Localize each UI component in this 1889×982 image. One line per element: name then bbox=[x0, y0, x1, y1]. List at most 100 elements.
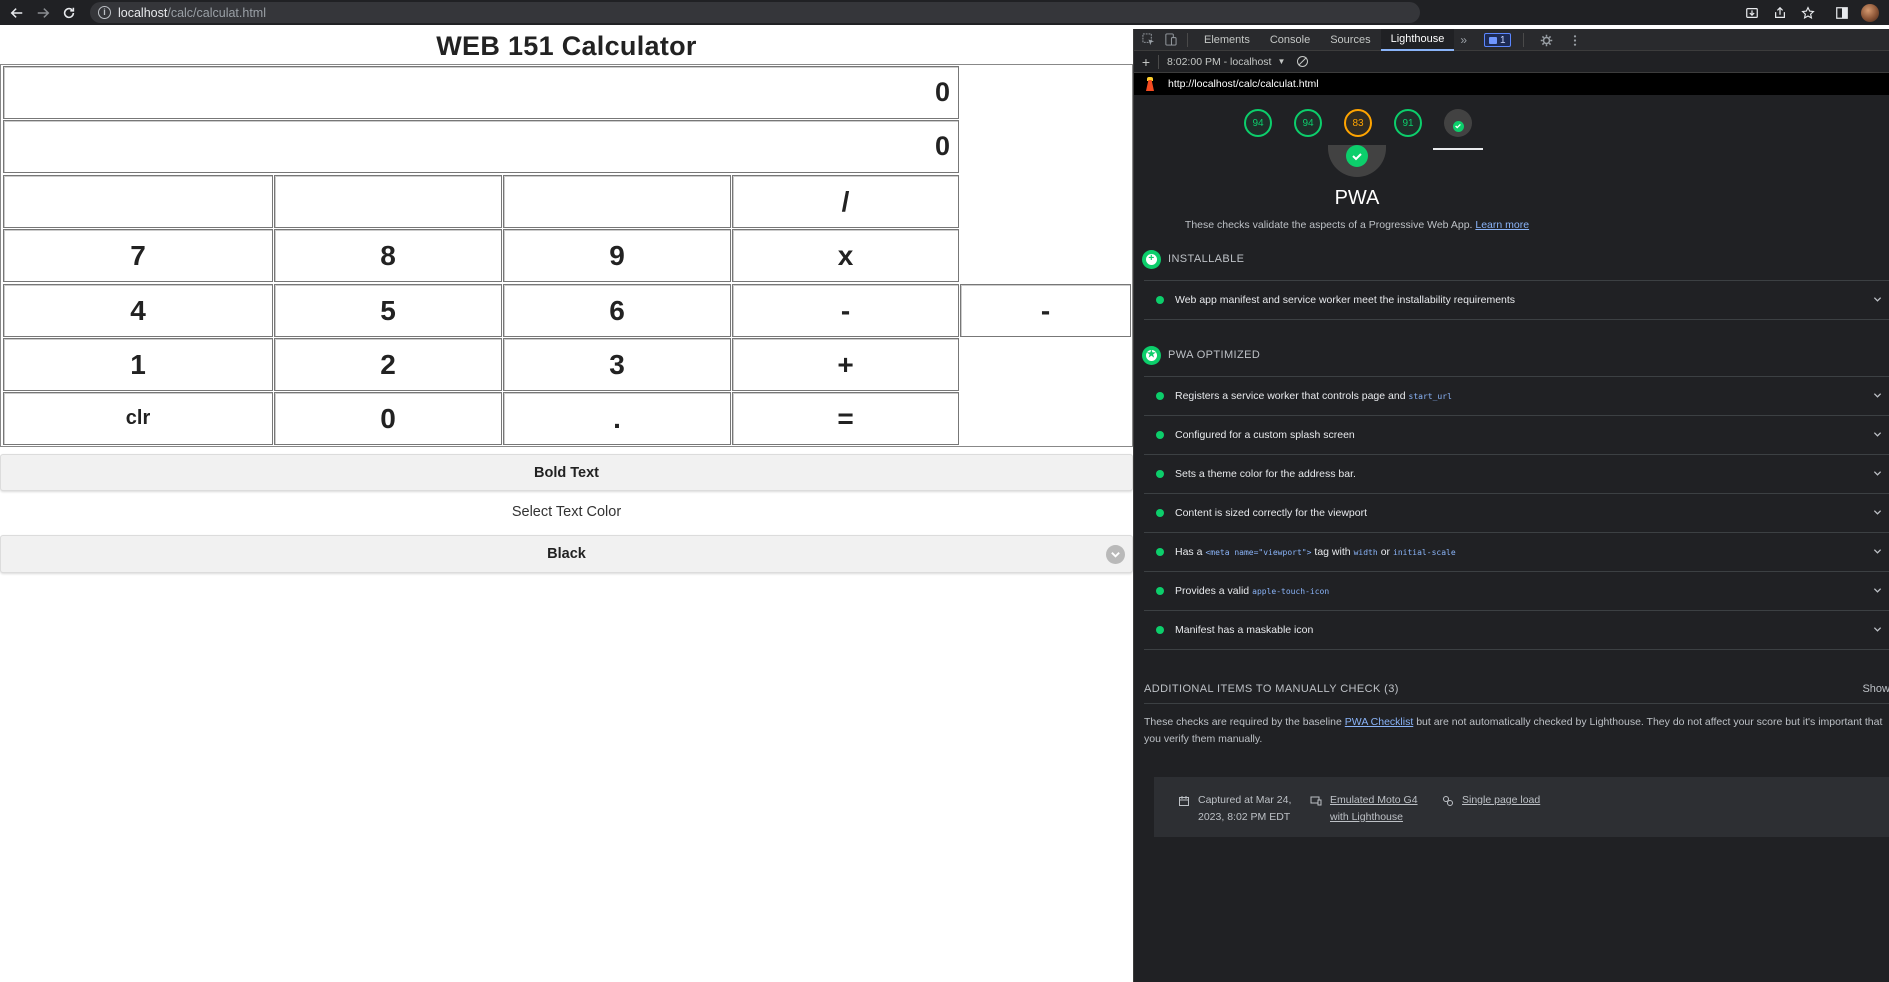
kebab-menu-icon[interactable] bbox=[1570, 29, 1580, 51]
key-0[interactable]: 0 bbox=[274, 392, 502, 445]
key-clear[interactable]: clr bbox=[3, 392, 273, 445]
browser-toolbar: i localhost/calc/calculat.html bbox=[0, 0, 1889, 25]
devtools-right-actions: 1 bbox=[1484, 29, 1580, 51]
key-multiply[interactable]: x bbox=[732, 229, 959, 282]
pwa-badge bbox=[1328, 145, 1386, 177]
device-toolbar-icon[interactable] bbox=[1159, 29, 1181, 51]
chevron-down-icon bbox=[1873, 432, 1882, 437]
back-button[interactable] bbox=[4, 0, 30, 25]
clear-reports-icon[interactable] bbox=[1297, 56, 1309, 67]
calculator-table: 0 0 / 7 8 9 x 4 5 6 - - 1 2 3 + clr 0 . … bbox=[0, 64, 1133, 447]
key-9[interactable]: 9 bbox=[503, 229, 731, 282]
audit-splash-screen[interactable]: Configured for a custom splash screen bbox=[1144, 415, 1889, 454]
report-footer: Captured at Mar 24, 2023, 8:02 PM EDT Emu… bbox=[1154, 777, 1889, 837]
score-gauges: 94 94 83 91 bbox=[1134, 95, 1889, 151]
pwa-checklist-link[interactable]: PWA Checklist bbox=[1345, 716, 1413, 728]
pass-dot-icon bbox=[1156, 470, 1164, 478]
pwa-category-title: PWA bbox=[1334, 187, 1380, 209]
reload-button[interactable] bbox=[56, 0, 82, 25]
audit-viewport-meta[interactable]: Has a <meta name="viewport"> tag with width… bbox=[1144, 532, 1889, 571]
issues-badge[interactable]: 1 bbox=[1484, 33, 1511, 47]
chevron-down-icon bbox=[1106, 545, 1125, 564]
footer-single-load[interactable]: Single page load bbox=[1442, 792, 1540, 809]
tab-lighthouse[interactable]: Lighthouse bbox=[1380, 29, 1455, 51]
side-panel-icon[interactable] bbox=[1833, 4, 1851, 22]
plus-circle-icon: + bbox=[1142, 249, 1161, 269]
key-2[interactable]: 2 bbox=[274, 338, 502, 391]
chevron-down-icon bbox=[1873, 471, 1882, 476]
lighthouse-report: PWA These checks validate the aspects of… bbox=[1134, 145, 1889, 982]
active-gauge-indicator bbox=[1433, 148, 1483, 150]
manual-checks-heading[interactable]: ADDITIONAL ITEMS TO MANUALLY CHECK (3) S… bbox=[1144, 679, 1889, 699]
devtools-tabbar: Elements Console Sources Lighthouse » 1 bbox=[1134, 29, 1889, 51]
key-5[interactable]: 5 bbox=[274, 284, 502, 337]
installable-group-heading: + INSTALLABLE bbox=[1142, 249, 1244, 269]
pass-dot-icon bbox=[1156, 626, 1164, 634]
audit-theme-color[interactable]: Sets a theme color for the address bar. bbox=[1144, 454, 1889, 493]
score-gauge-pwa[interactable] bbox=[1444, 109, 1472, 137]
forward-button[interactable] bbox=[30, 0, 56, 25]
chevron-down-icon bbox=[1873, 627, 1882, 632]
pass-dot-icon bbox=[1156, 509, 1164, 517]
key-blank-2[interactable] bbox=[274, 175, 502, 228]
new-report-button[interactable]: + bbox=[1134, 54, 1158, 70]
audit-maskable-icon[interactable]: Manifest has a maskable icon bbox=[1144, 610, 1889, 649]
bookmark-star-icon[interactable] bbox=[1799, 4, 1817, 22]
score-gauge-best-practices[interactable]: 83 bbox=[1344, 109, 1372, 137]
key-decimal[interactable]: . bbox=[503, 392, 731, 445]
key-blank-1[interactable] bbox=[3, 175, 273, 228]
gear-icon[interactable] bbox=[1536, 29, 1558, 51]
key-3[interactable]: 3 bbox=[503, 338, 731, 391]
bold-text-button[interactable]: Bold Text bbox=[0, 454, 1133, 491]
key-4[interactable]: 4 bbox=[3, 284, 273, 337]
score-gauge-performance[interactable]: 94 bbox=[1244, 109, 1272, 137]
report-selector[interactable]: 8:02:00 PM - localhost bbox=[1167, 56, 1271, 68]
divider bbox=[1144, 703, 1889, 704]
reload-icon bbox=[63, 7, 75, 18]
learn-more-link[interactable]: Learn more bbox=[1475, 219, 1529, 231]
score-gauge-accessibility[interactable]: 94 bbox=[1294, 109, 1322, 137]
display-top: 0 bbox=[3, 66, 959, 119]
key-divide[interactable]: / bbox=[732, 175, 959, 228]
key-1[interactable]: 1 bbox=[3, 338, 273, 391]
key-8[interactable]: 8 bbox=[274, 229, 502, 282]
chevron-down-icon bbox=[1873, 393, 1882, 398]
audit-content-width[interactable]: Content is sized correctly for the viewp… bbox=[1144, 493, 1889, 532]
show-manual-button[interactable]: Show bbox=[1862, 683, 1889, 695]
key-equals[interactable]: = bbox=[732, 392, 959, 445]
report-url[interactable]: http://localhost/calc/calculat.html bbox=[1168, 78, 1319, 90]
text-color-value: Black bbox=[547, 546, 586, 562]
share-icon[interactable] bbox=[1771, 4, 1789, 22]
toolbar-divider bbox=[1187, 32, 1188, 47]
text-color-select[interactable]: Black bbox=[0, 535, 1133, 573]
tab-console[interactable]: Console bbox=[1260, 29, 1320, 51]
manual-checks-description: These checks are required by the baselin… bbox=[1144, 716, 1883, 745]
arrow-right-icon bbox=[37, 7, 50, 18]
site-info-icon[interactable]: i bbox=[98, 6, 111, 19]
audit-installable-manifest[interactable]: Web app manifest and service worker meet… bbox=[1144, 280, 1889, 319]
audit-service-worker[interactable]: Registers a service worker that controls… bbox=[1144, 376, 1889, 415]
audit-apple-touch-icon[interactable]: Provides a valid apple-touch-icon bbox=[1144, 571, 1889, 610]
lighthouse-logo-icon bbox=[1144, 77, 1156, 91]
tab-elements[interactable]: Elements bbox=[1194, 29, 1260, 51]
pwa-check-icon bbox=[1346, 145, 1368, 167]
footer-emulated[interactable]: Emulated Moto G4 with Lighthouse bbox=[1310, 792, 1418, 826]
score-gauge-seo[interactable]: 91 bbox=[1394, 109, 1422, 137]
key-minus-extra[interactable]: - bbox=[960, 284, 1131, 337]
address-bar[interactable]: i localhost/calc/calculat.html bbox=[90, 2, 1420, 23]
caret-down-icon[interactable]: ▼ bbox=[1277, 57, 1285, 66]
report-url-bar: http://localhost/calc/calculat.html bbox=[1134, 73, 1889, 95]
key-plus[interactable]: + bbox=[732, 338, 959, 391]
more-tabs-icon[interactable]: » bbox=[1454, 33, 1473, 47]
key-minus[interactable]: - bbox=[732, 284, 959, 337]
profile-avatar[interactable] bbox=[1861, 3, 1879, 22]
key-6[interactable]: 6 bbox=[503, 284, 731, 337]
tab-sources[interactable]: Sources bbox=[1320, 29, 1380, 51]
check-icon bbox=[1452, 120, 1464, 132]
browser-actions bbox=[1743, 0, 1879, 25]
key-blank-3[interactable] bbox=[503, 175, 731, 228]
install-app-icon[interactable] bbox=[1743, 4, 1761, 22]
key-7[interactable]: 7 bbox=[3, 229, 273, 282]
inspect-element-icon[interactable] bbox=[1137, 29, 1159, 51]
divider bbox=[1144, 649, 1889, 650]
